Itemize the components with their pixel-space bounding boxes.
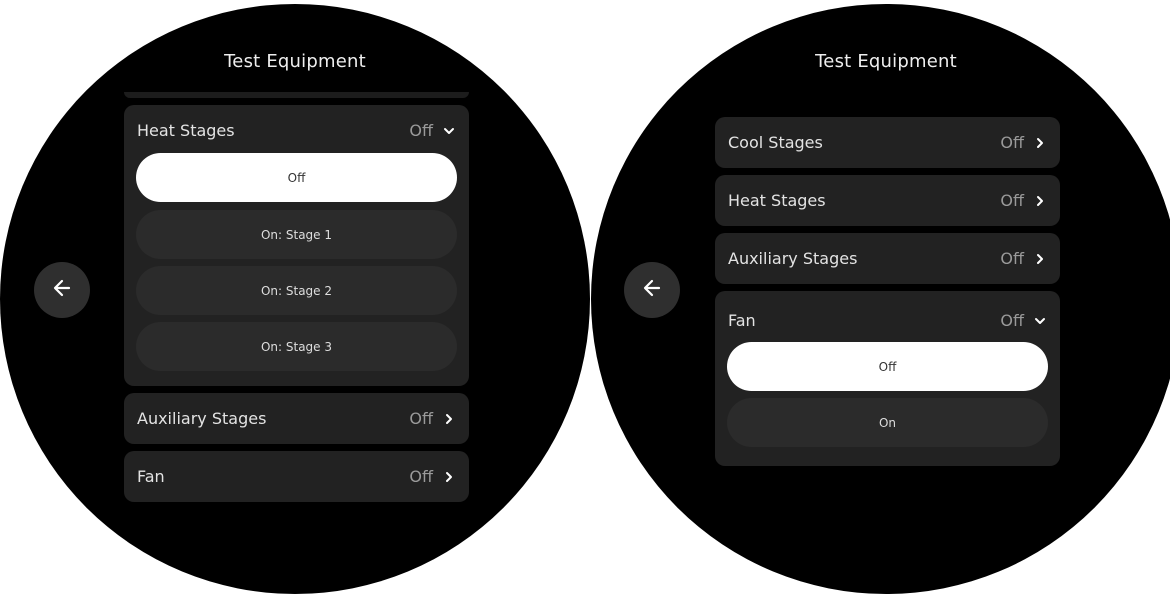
heat-stages-header[interactable]: Heat Stages Off [124,105,469,156]
right-screen: Test Equipment Cool Stages Off Heat Stag… [591,4,1170,594]
auxiliary-stages-row[interactable]: Auxiliary Stages Off [124,393,469,444]
chevron-down-icon [443,125,455,137]
fan-value: Off [1000,311,1024,330]
fan-value: Off [409,467,433,486]
chevron-right-icon [1034,253,1046,265]
option-stage-3[interactable]: On: Stage 3 [136,322,457,371]
option-off[interactable]: Off [136,153,457,202]
arrow-left-icon [52,278,72,302]
auxiliary-stages-row[interactable]: Auxiliary Stages Off [715,233,1060,284]
cool-stages-value: Off [1000,133,1024,152]
heat-stages-group: Heat Stages Off Off On: Stage 1 On: Stag… [124,105,469,386]
chevron-right-icon [443,471,455,483]
option-stage-2[interactable]: On: Stage 2 [136,266,457,315]
chevron-right-icon [1034,195,1046,207]
fan-header[interactable]: Fan Off [715,295,1060,346]
page-title: Test Equipment [815,51,957,72]
auxiliary-stages-value: Off [1000,249,1024,268]
heat-stages-value: Off [409,121,433,140]
fan-label: Fan [137,467,165,486]
chevron-right-icon [1034,137,1046,149]
cool-stages-row[interactable]: Cool Stages Off [715,117,1060,168]
option-on[interactable]: On [727,398,1048,447]
left-screen: Test Equipment Heat Stages Off Off On: S… [0,4,590,594]
heat-stages-value: Off [1000,191,1024,210]
back-button[interactable] [624,262,680,318]
fan-row[interactable]: Fan Off [124,451,469,502]
page-title: Test Equipment [224,51,366,72]
previous-row-peek [124,92,469,98]
heat-stages-row[interactable]: Heat Stages Off [715,175,1060,226]
fan-label: Fan [728,311,756,330]
heat-stages-label: Heat Stages [137,121,235,140]
auxiliary-stages-label: Auxiliary Stages [137,409,267,428]
option-off[interactable]: Off [727,342,1048,391]
fan-group: Fan Off Off On [715,291,1060,466]
auxiliary-stages-label: Auxiliary Stages [728,249,858,268]
chevron-down-icon [1034,315,1046,327]
arrow-left-icon [642,278,662,302]
back-button[interactable] [34,262,90,318]
option-stage-1[interactable]: On: Stage 1 [136,210,457,259]
chevron-right-icon [443,413,455,425]
cool-stages-label: Cool Stages [728,133,823,152]
auxiliary-stages-value: Off [409,409,433,428]
heat-stages-label: Heat Stages [728,191,826,210]
